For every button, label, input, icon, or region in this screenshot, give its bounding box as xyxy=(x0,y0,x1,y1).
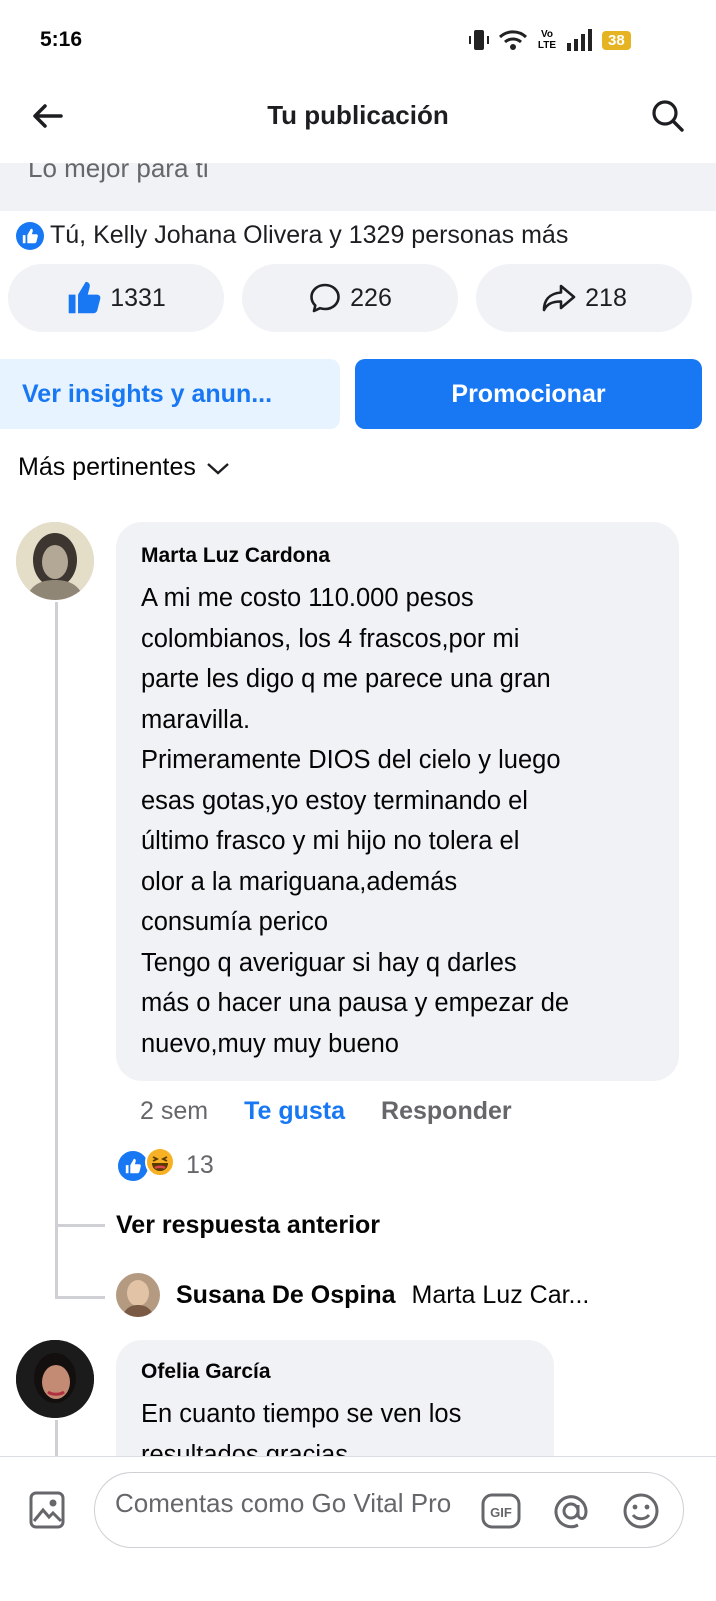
reactions-summary-text: Tú, Kelly Johana Olivera y 1329 personas… xyxy=(50,221,569,249)
thread-line xyxy=(55,602,58,1298)
comment-sort-dropdown[interactable]: Más pertinentes xyxy=(18,453,230,482)
thread-branch xyxy=(55,1296,105,1299)
reaction-count: 13 xyxy=(186,1151,214,1179)
avatar-portrait-image xyxy=(116,1273,160,1317)
reactions-summary[interactable]: Tú, Kelly Johana Olivera y 1329 personas… xyxy=(16,221,568,250)
comment-input-placeholder: Comentas como Go Vital Pro xyxy=(115,1488,452,1518)
comment-meta: 2 sem Te gusta Responder xyxy=(140,1097,512,1126)
wifi-icon xyxy=(498,30,528,50)
clipped-post-text: Lo mejor para ti xyxy=(28,163,209,183)
share-count: 218 xyxy=(585,283,627,312)
search-icon xyxy=(652,100,684,132)
avatar xyxy=(116,1273,160,1317)
reply-author: Susana De Ospina xyxy=(176,1280,396,1309)
clipped-post-section: Lo mejor para ti xyxy=(0,163,716,211)
thread-branch xyxy=(55,1224,105,1227)
like-reaction-icon xyxy=(16,221,44,250)
comment-text: A mi me costo 110.000 pesos colombianos,… xyxy=(141,584,570,1058)
comment-author[interactable]: Marta Luz Cardona xyxy=(141,544,330,568)
view-previous-reply-link[interactable]: Ver respuesta anterior xyxy=(116,1211,380,1240)
avatar[interactable] xyxy=(16,522,94,600)
comment-input[interactable]: Comentas como Go Vital Pro GIF xyxy=(94,1472,684,1548)
comment-reply-button[interactable]: Responder xyxy=(381,1097,512,1126)
emoji-button[interactable] xyxy=(621,1491,661,1536)
reply-text: Marta Luz Car... xyxy=(411,1280,590,1309)
svg-text:GIF: GIF xyxy=(490,1505,512,1520)
avatar-portrait-image xyxy=(16,522,94,600)
page-title: Tu publicación xyxy=(267,100,449,130)
reply-preview[interactable]: Susana De Ospina Marta Luz Car... xyxy=(116,1273,589,1317)
vibrate-icon xyxy=(469,30,489,50)
photo-button[interactable] xyxy=(28,1490,66,1535)
comment-button[interactable]: 226 xyxy=(242,264,458,332)
mention-button[interactable] xyxy=(551,1491,591,1536)
signal-icon xyxy=(567,29,592,51)
avatar[interactable] xyxy=(16,1340,94,1418)
at-sign-icon xyxy=(554,1495,588,1529)
sort-label: Más pertinentes xyxy=(18,453,196,481)
status-time: 5:16 xyxy=(40,28,83,51)
share-button[interactable]: 218 xyxy=(476,264,692,332)
promote-button[interactable]: Promocionar xyxy=(355,359,702,429)
search-button[interactable] xyxy=(648,96,688,136)
like-count: 1331 xyxy=(110,283,166,312)
share-icon xyxy=(542,284,576,312)
status-icons: Vo LTE 38 xyxy=(468,26,631,54)
smiley-icon xyxy=(623,1493,659,1529)
comment-icon xyxy=(310,283,340,313)
comment-bubble[interactable]: Marta Luz Cardona A mi me costo 110.000 … xyxy=(116,522,679,1081)
avatar-portrait-image xyxy=(16,1340,94,1418)
thread-line xyxy=(55,1420,58,1456)
comment-count: 226 xyxy=(350,283,392,312)
image-icon xyxy=(29,1491,65,1529)
comment-time: 2 sem xyxy=(140,1097,209,1125)
comment-reactions[interactable]: 13 xyxy=(116,1146,214,1185)
comment-author[interactable]: Ofelia García xyxy=(141,1360,271,1384)
volte-label: Vo LTE xyxy=(537,29,557,51)
battery-indicator: 38 xyxy=(602,30,631,50)
comment-like-button[interactable]: Te gusta xyxy=(244,1097,345,1126)
thumbs-up-icon xyxy=(68,281,101,314)
haha-reaction-icon xyxy=(144,1146,176,1185)
insights-button[interactable]: Ver insights y anun... xyxy=(0,359,340,429)
gif-button[interactable]: GIF xyxy=(481,1491,521,1536)
like-button[interactable]: 1331 xyxy=(8,264,224,332)
gif-icon: GIF xyxy=(481,1493,521,1529)
chevron-down-icon xyxy=(207,462,229,475)
